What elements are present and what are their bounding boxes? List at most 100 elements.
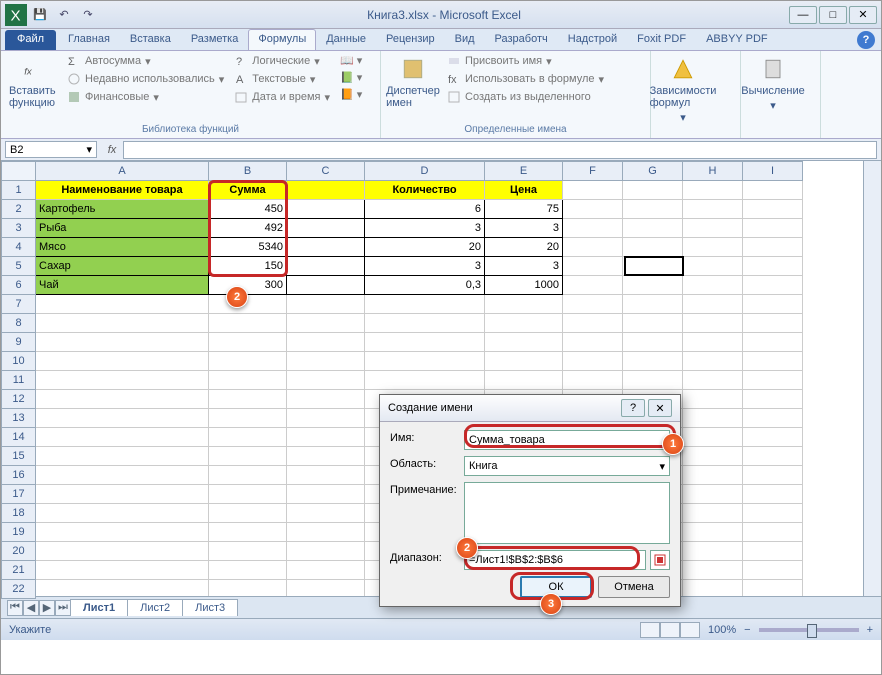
cell[interactable] — [683, 219, 743, 238]
cell[interactable] — [36, 295, 209, 314]
cell[interactable]: 0,3 — [365, 276, 485, 295]
tab-foxit[interactable]: Foxit PDF — [627, 29, 696, 50]
row-header-11[interactable]: 11 — [1, 371, 36, 390]
row-header-12[interactable]: 12 — [1, 390, 36, 409]
chevron-down-icon[interactable]: ▾ — [659, 460, 665, 473]
cell[interactable] — [683, 238, 743, 257]
cell[interactable] — [743, 485, 803, 504]
formula-auditing-button[interactable]: Зависимости формул ▾ — [657, 53, 709, 126]
cell[interactable] — [209, 447, 287, 466]
row-header-15[interactable]: 15 — [1, 447, 36, 466]
cell[interactable] — [743, 409, 803, 428]
cell[interactable] — [743, 504, 803, 523]
cell[interactable] — [36, 447, 209, 466]
cell[interactable] — [365, 333, 485, 352]
name-box[interactable]: B2▾ — [5, 141, 97, 158]
cell[interactable] — [287, 523, 365, 542]
cell[interactable] — [485, 352, 563, 371]
cell[interactable] — [683, 409, 743, 428]
text-button[interactable]: AТекстовые ▾ — [232, 71, 332, 87]
cell[interactable] — [36, 352, 209, 371]
cell[interactable] — [287, 371, 365, 390]
cell[interactable] — [485, 333, 563, 352]
cell[interactable] — [36, 428, 209, 447]
cell[interactable] — [683, 371, 743, 390]
zoom-level[interactable]: 100% — [708, 624, 736, 636]
cell[interactable]: 3 — [365, 257, 485, 276]
tab-layout[interactable]: Разметка — [181, 29, 249, 50]
tab-nav-prev[interactable]: ◀ — [23, 600, 39, 616]
cell[interactable] — [209, 333, 287, 352]
dialog-help-button[interactable]: ? — [621, 399, 645, 417]
recent-button[interactable]: Недавно использовались ▾ — [65, 71, 226, 87]
cell[interactable] — [209, 428, 287, 447]
cell[interactable] — [287, 200, 365, 219]
cell[interactable] — [743, 371, 803, 390]
cell[interactable] — [209, 295, 287, 314]
cell[interactable] — [743, 295, 803, 314]
insert-function-button[interactable]: fx Вставить функцию — [7, 53, 59, 111]
name-input[interactable] — [464, 430, 670, 450]
cell[interactable] — [36, 390, 209, 409]
cell[interactable] — [623, 257, 683, 276]
create-from-selection-button[interactable]: Создать из выделенного — [445, 89, 606, 105]
cell[interactable] — [743, 352, 803, 371]
datetime-button[interactable]: Дата и время ▾ — [232, 89, 332, 105]
cell[interactable] — [287, 276, 365, 295]
select-all-corner[interactable] — [1, 161, 36, 181]
cell[interactable] — [36, 485, 209, 504]
cell[interactable] — [485, 371, 563, 390]
cell[interactable] — [623, 352, 683, 371]
cell[interactable] — [287, 257, 365, 276]
file-tab[interactable]: Файл — [5, 30, 56, 50]
cell[interactable]: 5340 — [209, 238, 287, 257]
tab-review[interactable]: Рецензир — [376, 29, 445, 50]
cell[interactable]: Сахар — [36, 257, 209, 276]
cell[interactable] — [287, 238, 365, 257]
col-header-A[interactable]: A — [36, 161, 209, 181]
define-name-button[interactable]: Присвоить имя ▾ — [445, 53, 606, 69]
cell[interactable] — [287, 390, 365, 409]
col-header-D[interactable]: D — [365, 161, 485, 181]
cell[interactable] — [209, 561, 287, 580]
cell[interactable]: Цена — [485, 181, 563, 200]
cell[interactable] — [683, 333, 743, 352]
row-header-1[interactable]: 1 — [1, 181, 36, 200]
row-header-18[interactable]: 18 — [1, 504, 36, 523]
cell[interactable] — [743, 257, 803, 276]
maximize-button[interactable]: □ — [819, 6, 847, 24]
dialog-titlebar[interactable]: Создание имени ? ✕ — [380, 395, 680, 422]
cell[interactable] — [683, 428, 743, 447]
tab-formulas[interactable]: Формулы — [248, 29, 316, 50]
financial-button[interactable]: Финансовые ▾ — [65, 89, 226, 105]
cell[interactable]: 3 — [485, 219, 563, 238]
logical-button[interactable]: ?Логические ▾ — [232, 53, 332, 69]
zoom-slider[interactable] — [759, 628, 859, 632]
row-header-20[interactable]: 20 — [1, 542, 36, 561]
cell[interactable] — [287, 580, 365, 596]
cell[interactable] — [287, 542, 365, 561]
cell[interactable] — [683, 276, 743, 295]
cell[interactable]: Наименование товара — [36, 181, 209, 200]
cell[interactable] — [623, 181, 683, 200]
cell[interactable]: 3 — [365, 219, 485, 238]
row-header-9[interactable]: 9 — [1, 333, 36, 352]
cell[interactable]: 3 — [485, 257, 563, 276]
cell[interactable] — [743, 561, 803, 580]
cell[interactable] — [36, 580, 209, 596]
calculation-button[interactable]: Вычисление ▾ — [747, 53, 799, 114]
tab-view[interactable]: Вид — [445, 29, 485, 50]
range-picker-icon[interactable] — [650, 550, 670, 570]
cell[interactable] — [36, 523, 209, 542]
cell[interactable] — [287, 333, 365, 352]
cell[interactable] — [683, 561, 743, 580]
cell[interactable] — [563, 352, 623, 371]
cell[interactable] — [209, 314, 287, 333]
cell[interactable] — [683, 542, 743, 561]
cell[interactable] — [683, 200, 743, 219]
cell[interactable] — [485, 314, 563, 333]
cell[interactable] — [623, 276, 683, 295]
cell[interactable] — [36, 542, 209, 561]
cell[interactable] — [36, 314, 209, 333]
undo-icon[interactable]: ↶ — [53, 4, 75, 26]
